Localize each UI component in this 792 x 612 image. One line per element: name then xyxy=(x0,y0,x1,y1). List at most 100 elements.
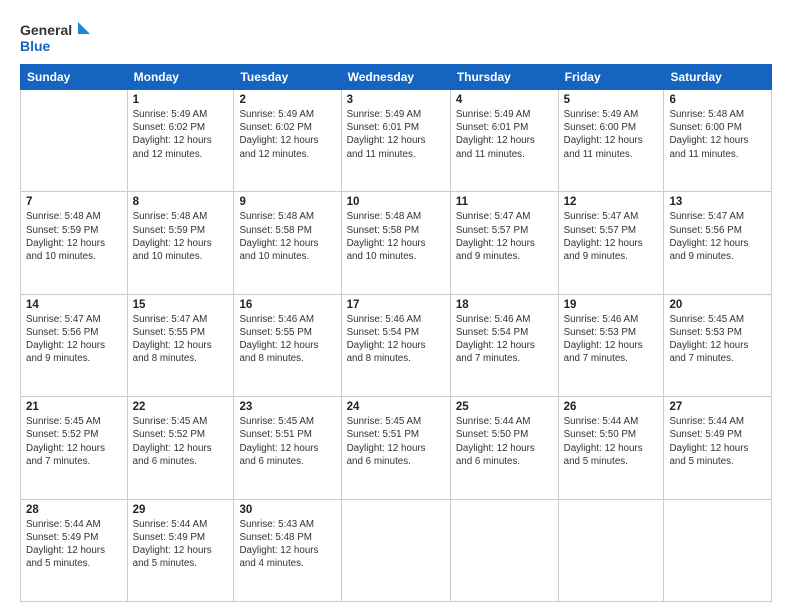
day-number: 25 xyxy=(456,401,553,413)
calendar-cell: 30 Sunrise: 5:43 AMSunset: 5:48 PMDayligh… xyxy=(234,499,341,601)
calendar-table: SundayMondayTuesdayWednesdayThursdayFrid… xyxy=(20,64,772,602)
calendar-cell: 18 Sunrise: 5:46 AMSunset: 5:54 PMDayligh… xyxy=(450,294,558,396)
day-detail: Sunrise: 5:44 AMSunset: 5:49 PMDaylight:… xyxy=(133,518,229,571)
calendar-row: 28Sunrise: 5:44 AMSunset: 5:49 PMDayligh… xyxy=(21,499,772,601)
calendar-row: 14 Sunrise: 5:47 AMSunset: 5:56 PMDayligh… xyxy=(21,294,772,396)
day-number: 4 xyxy=(456,94,553,106)
day-detail: Sunrise: 5:46 AMSunset: 5:54 PMDaylight:… xyxy=(347,313,445,366)
calendar-cell xyxy=(664,499,772,601)
day-detail: Sunrise: 5:47 AMSunset: 5:57 PMDaylight:… xyxy=(564,210,659,263)
calendar-cell: 22 Sunrise: 5:45 AMSunset: 5:52 PMDayligh… xyxy=(127,397,234,499)
weekday-header-cell: Wednesday xyxy=(341,65,450,90)
day-detail: Sunrise: 5:47 AMSunset: 5:56 PMDaylight:… xyxy=(26,313,122,366)
day-detail: Sunrise: 5:44 AMSunset: 5:49 PMDaylight:… xyxy=(26,518,122,571)
weekday-header-cell: Monday xyxy=(127,65,234,90)
day-detail: Sunrise: 5:46 AMSunset: 5:53 PMDaylight:… xyxy=(564,313,659,366)
day-number: 27 xyxy=(669,401,766,413)
header: General Blue xyxy=(20,18,772,56)
day-detail: Sunrise: 5:43 AMSunset: 5:48 PMDaylight:… xyxy=(239,518,335,571)
calendar-cell: 25 Sunrise: 5:44 AMSunset: 5:50 PMDayligh… xyxy=(450,397,558,499)
day-number: 8 xyxy=(133,196,229,208)
calendar-cell: 20Sunrise: 5:45 AMSunset: 5:53 PMDayligh… xyxy=(664,294,772,396)
calendar-cell xyxy=(21,90,128,192)
day-detail: Sunrise: 5:48 AMSunset: 6:00 PMDaylight:… xyxy=(669,108,766,161)
calendar-cell: 13 Sunrise: 5:47 AMSunset: 5:56 PMDayligh… xyxy=(664,192,772,294)
day-number: 1 xyxy=(133,94,229,106)
calendar-cell: 8 Sunrise: 5:48 AMSunset: 5:59 PMDaylight… xyxy=(127,192,234,294)
day-number: 2 xyxy=(239,94,335,106)
calendar-cell: 24 Sunrise: 5:45 AMSunset: 5:51 PMDayligh… xyxy=(341,397,450,499)
day-detail: Sunrise: 5:45 AMSunset: 5:52 PMDaylight:… xyxy=(133,415,229,468)
day-detail: Sunrise: 5:44 AMSunset: 5:49 PMDaylight:… xyxy=(669,415,766,468)
day-number: 14 xyxy=(26,299,122,311)
calendar-cell xyxy=(341,499,450,601)
day-detail: Sunrise: 5:49 AMSunset: 6:02 PMDaylight:… xyxy=(239,108,335,161)
calendar-cell: 4 Sunrise: 5:49 AMSunset: 6:01 PMDaylight… xyxy=(450,90,558,192)
day-number: 24 xyxy=(347,401,445,413)
day-number: 6 xyxy=(669,94,766,106)
weekday-header-cell: Tuesday xyxy=(234,65,341,90)
weekday-header-cell: Thursday xyxy=(450,65,558,90)
day-detail: Sunrise: 5:48 AMSunset: 5:58 PMDaylight:… xyxy=(239,210,335,263)
weekday-header-cell: Friday xyxy=(558,65,664,90)
day-number: 10 xyxy=(347,196,445,208)
day-detail: Sunrise: 5:46 AMSunset: 5:54 PMDaylight:… xyxy=(456,313,553,366)
calendar-cell: 1 Sunrise: 5:49 AMSunset: 6:02 PMDaylight… xyxy=(127,90,234,192)
day-number: 5 xyxy=(564,94,659,106)
calendar-cell: 10 Sunrise: 5:48 AMSunset: 5:58 PMDayligh… xyxy=(341,192,450,294)
day-detail: Sunrise: 5:49 AMSunset: 6:02 PMDaylight:… xyxy=(133,108,229,161)
day-number: 19 xyxy=(564,299,659,311)
weekday-header-cell: Sunday xyxy=(21,65,128,90)
day-number: 16 xyxy=(239,299,335,311)
calendar-cell: 28Sunrise: 5:44 AMSunset: 5:49 PMDayligh… xyxy=(21,499,128,601)
day-number: 3 xyxy=(347,94,445,106)
calendar-cell xyxy=(450,499,558,601)
page: General Blue SundayMondayTuesdayWednesda… xyxy=(0,0,792,612)
calendar-cell: 5 Sunrise: 5:49 AMSunset: 6:00 PMDaylight… xyxy=(558,90,664,192)
day-detail: Sunrise: 5:48 AMSunset: 5:59 PMDaylight:… xyxy=(133,210,229,263)
calendar-cell: 3 Sunrise: 5:49 AMSunset: 6:01 PMDaylight… xyxy=(341,90,450,192)
calendar-cell: 23 Sunrise: 5:45 AMSunset: 5:51 PMDayligh… xyxy=(234,397,341,499)
calendar-cell: 7Sunrise: 5:48 AMSunset: 5:59 PMDaylight… xyxy=(21,192,128,294)
day-detail: Sunrise: 5:44 AMSunset: 5:50 PMDaylight:… xyxy=(456,415,553,468)
calendar-cell: 16 Sunrise: 5:46 AMSunset: 5:55 PMDayligh… xyxy=(234,294,341,396)
calendar-cell: 19 Sunrise: 5:46 AMSunset: 5:53 PMDayligh… xyxy=(558,294,664,396)
svg-text:Blue: Blue xyxy=(20,38,51,54)
calendar-cell: 12 Sunrise: 5:47 AMSunset: 5:57 PMDayligh… xyxy=(558,192,664,294)
logo: General Blue xyxy=(20,18,90,56)
calendar-cell: 6 Sunrise: 5:48 AMSunset: 6:00 PMDaylight… xyxy=(664,90,772,192)
day-number: 13 xyxy=(669,196,766,208)
day-detail: Sunrise: 5:46 AMSunset: 5:55 PMDaylight:… xyxy=(239,313,335,366)
calendar-row: 21Sunrise: 5:45 AMSunset: 5:52 PMDayligh… xyxy=(21,397,772,499)
day-detail: Sunrise: 5:47 AMSunset: 5:55 PMDaylight:… xyxy=(133,313,229,366)
day-detail: Sunrise: 5:49 AMSunset: 6:00 PMDaylight:… xyxy=(564,108,659,161)
day-detail: Sunrise: 5:44 AMSunset: 5:50 PMDaylight:… xyxy=(564,415,659,468)
weekday-header-cell: Saturday xyxy=(664,65,772,90)
calendar-row: 1 Sunrise: 5:49 AMSunset: 6:02 PMDaylight… xyxy=(21,90,772,192)
calendar-cell: 14 Sunrise: 5:47 AMSunset: 5:56 PMDayligh… xyxy=(21,294,128,396)
calendar-cell: 21Sunrise: 5:45 AMSunset: 5:52 PMDayligh… xyxy=(21,397,128,499)
day-detail: Sunrise: 5:47 AMSunset: 5:56 PMDaylight:… xyxy=(669,210,766,263)
day-number: 12 xyxy=(564,196,659,208)
day-detail: Sunrise: 5:49 AMSunset: 6:01 PMDaylight:… xyxy=(456,108,553,161)
day-number: 22 xyxy=(133,401,229,413)
calendar-cell: 26Sunrise: 5:44 AMSunset: 5:50 PMDayligh… xyxy=(558,397,664,499)
calendar-body: 1 Sunrise: 5:49 AMSunset: 6:02 PMDaylight… xyxy=(21,90,772,602)
day-detail: Sunrise: 5:45 AMSunset: 5:51 PMDaylight:… xyxy=(347,415,445,468)
day-number: 18 xyxy=(456,299,553,311)
day-number: 30 xyxy=(239,504,335,516)
day-detail: Sunrise: 5:49 AMSunset: 6:01 PMDaylight:… xyxy=(347,108,445,161)
calendar-cell: 11Sunrise: 5:47 AMSunset: 5:57 PMDayligh… xyxy=(450,192,558,294)
day-detail: Sunrise: 5:48 AMSunset: 5:58 PMDaylight:… xyxy=(347,210,445,263)
day-number: 9 xyxy=(239,196,335,208)
day-detail: Sunrise: 5:45 AMSunset: 5:53 PMDaylight:… xyxy=(669,313,766,366)
calendar-cell: 17Sunrise: 5:46 AMSunset: 5:54 PMDayligh… xyxy=(341,294,450,396)
day-detail: Sunrise: 5:45 AMSunset: 5:52 PMDaylight:… xyxy=(26,415,122,468)
day-number: 15 xyxy=(133,299,229,311)
calendar-cell: 15 Sunrise: 5:47 AMSunset: 5:55 PMDayligh… xyxy=(127,294,234,396)
day-number: 11 xyxy=(456,196,553,208)
day-detail: Sunrise: 5:45 AMSunset: 5:51 PMDaylight:… xyxy=(239,415,335,468)
day-number: 23 xyxy=(239,401,335,413)
calendar-cell xyxy=(558,499,664,601)
svg-text:General: General xyxy=(20,22,72,38)
